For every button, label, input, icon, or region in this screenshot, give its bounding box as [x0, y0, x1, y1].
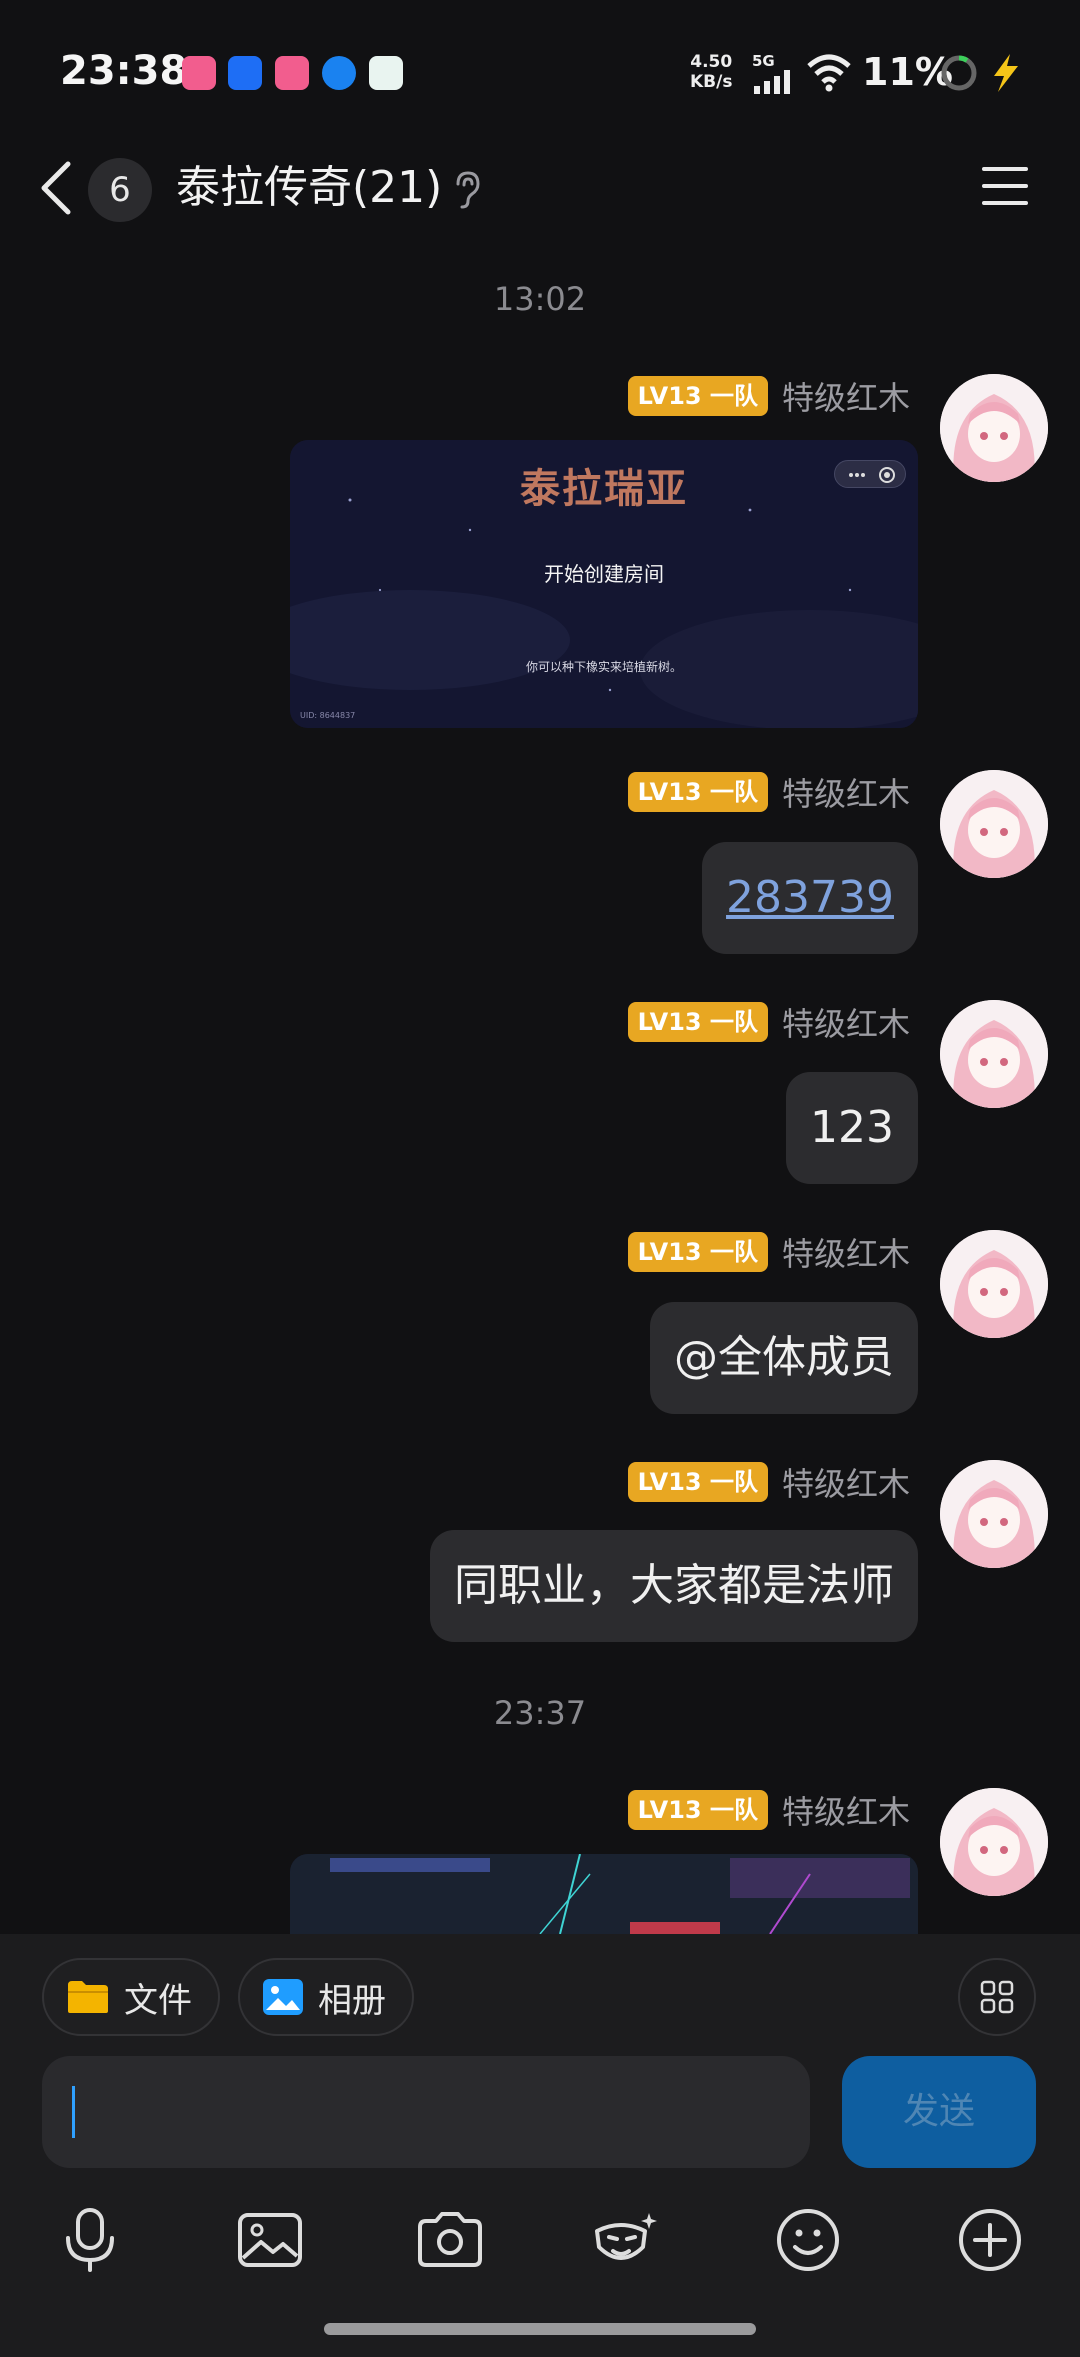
browser-icon: [322, 56, 356, 90]
composer-panel: 文件 相册 发送: [0, 1934, 1080, 2357]
mini-program-menu[interactable]: [834, 460, 906, 488]
photo-album-icon: [263, 1979, 303, 2015]
timestamp: 13:02: [493, 280, 587, 318]
anime-avatar-image: [940, 770, 1048, 878]
text-cursor: [72, 2086, 75, 2138]
signal-icon: [754, 70, 790, 94]
image-icon: [238, 2213, 302, 2267]
anime-avatar-image: [940, 374, 1048, 482]
avatar[interactable]: [940, 770, 1048, 878]
level-badge: LV13 一队: [627, 772, 768, 812]
image-button[interactable]: [230, 2200, 310, 2280]
message-bubble[interactable]: 283739: [702, 842, 918, 954]
avatar[interactable]: [940, 1460, 1048, 1568]
bilibili-icon: [275, 56, 309, 90]
avatar[interactable]: [940, 1230, 1048, 1338]
emoji-button[interactable]: [768, 2200, 848, 2280]
more-apps-button[interactable]: [958, 1958, 1036, 2036]
anime-avatar-image: [940, 1230, 1048, 1338]
level-badge: LV13 一队: [627, 1232, 768, 1272]
sender-row: LV13 一队 特级红木: [627, 1229, 910, 1275]
net-speed-unit: KB/s: [690, 72, 733, 92]
battery-ring-icon: [941, 55, 977, 91]
file-button[interactable]: 文件: [42, 1958, 220, 2036]
card-tip: 你可以种下橡实来培植新树。: [525, 660, 682, 674]
grid-icon: [980, 1980, 1014, 2014]
sender-name[interactable]: 特级红木: [782, 769, 910, 815]
game-room-card[interactable]: 泰拉瑞亚 开始创建房间 你可以种下橡实来培植新树。 UID: 8644837: [290, 440, 918, 728]
sender-row: LV13 一队 特级红木: [627, 1459, 910, 1505]
message-input[interactable]: [42, 2056, 810, 2168]
avatar[interactable]: [940, 1000, 1048, 1108]
net-speed: 4.50 KB/s: [690, 52, 732, 92]
avatar[interactable]: [940, 1788, 1048, 1896]
bilibili-icon: [182, 56, 216, 90]
anime-avatar-image: [940, 1460, 1048, 1568]
menu-icon[interactable]: [980, 164, 1030, 208]
sender-name[interactable]: 特级红木: [782, 999, 910, 1045]
album-label: 相册: [318, 1980, 386, 2021]
scissors-app-icon: [228, 56, 262, 90]
game-logo: 泰拉瑞亚: [520, 466, 688, 512]
sticker-button[interactable]: [586, 2200, 666, 2280]
voice-button[interactable]: [50, 2200, 130, 2280]
message-bubble[interactable]: @全体成员: [650, 1302, 918, 1414]
card-title: 开始创建房间: [544, 562, 664, 586]
send-button[interactable]: 发送: [842, 2056, 1036, 2168]
message-bubble[interactable]: 123: [786, 1072, 918, 1184]
level-badge: LV13 一队: [627, 376, 768, 416]
more-dots-icon: [849, 467, 895, 483]
microphone-icon: [66, 2208, 114, 2272]
charging-bolt-icon: [994, 54, 1018, 92]
album-button[interactable]: 相册: [238, 1958, 414, 2036]
sender-name[interactable]: 特级红木: [782, 1787, 910, 1833]
unread-count-badge[interactable]: 6: [88, 158, 152, 222]
timestamp: 23:37: [493, 1694, 587, 1732]
sender-row: LV13 一队 特级红木: [627, 769, 910, 815]
avatar[interactable]: [940, 374, 1048, 482]
level-badge: LV13 一队: [627, 1002, 768, 1042]
chat-header: 6 泰拉传奇(21): [0, 140, 1080, 236]
screenshot-preview: [290, 1854, 918, 1934]
file-label: 文件: [124, 1980, 192, 2021]
sender-row: LV13 一队 特级红木: [627, 1787, 910, 1833]
message-link[interactable]: 283739: [726, 872, 894, 923]
home-indicator[interactable]: [324, 2323, 756, 2335]
camera-button[interactable]: [410, 2200, 490, 2280]
chat-app-icon: [369, 56, 403, 90]
anime-avatar-image: [940, 1788, 1048, 1896]
card-uid: UID: 8644837: [300, 711, 356, 720]
sender-name[interactable]: 特级红木: [782, 373, 910, 419]
network-type: 5G: [752, 52, 775, 70]
sticker-icon: [595, 2213, 657, 2260]
folder-icon: [68, 1981, 108, 2013]
emoji-icon: [777, 2209, 839, 2271]
sender-row: LV13 一队 特级红木: [627, 373, 910, 419]
sender-name[interactable]: 特级红木: [782, 1229, 910, 1275]
wifi-icon: [807, 54, 851, 92]
level-badge: LV13 一队: [627, 1462, 768, 1502]
sender-row: LV13 一队 特级红木: [627, 999, 910, 1045]
back-chevron-icon[interactable]: [30, 158, 80, 218]
ear-icon[interactable]: [452, 170, 482, 210]
status-bar: 23:38 4.50 KB/s 5G 11%: [0, 0, 1080, 140]
message-bubble[interactable]: 同职业，大家都是法师: [430, 1530, 918, 1642]
status-time: 23:38: [60, 48, 188, 94]
chat-title[interactable]: 泰拉传奇(21): [176, 158, 442, 218]
game-screenshot-image[interactable]: [290, 1854, 918, 1934]
plus-button[interactable]: [950, 2200, 1030, 2280]
net-speed-value: 4.50: [690, 52, 733, 72]
camera-icon: [418, 2212, 482, 2267]
sender-name[interactable]: 特级红木: [782, 1459, 910, 1505]
level-badge: LV13 一队: [627, 1790, 768, 1830]
anime-avatar-image: [940, 1000, 1048, 1108]
plus-icon: [959, 2209, 1021, 2271]
